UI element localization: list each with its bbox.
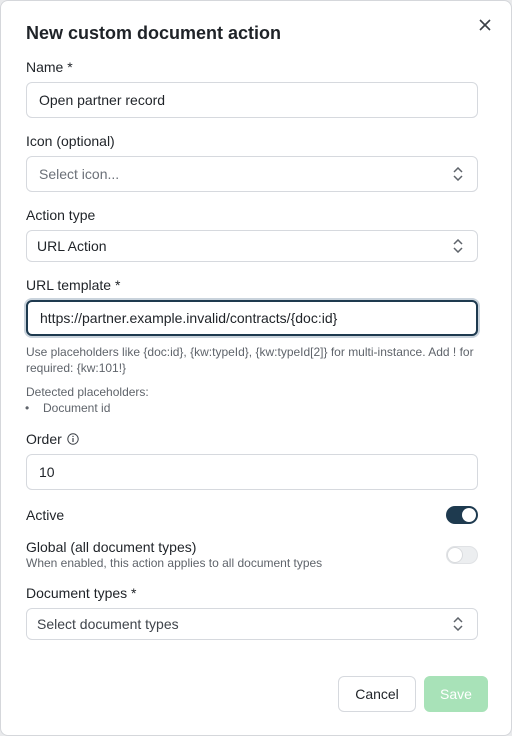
detected-placeholder-item: Document id	[25, 401, 110, 415]
name-input[interactable]: Open partner record	[26, 82, 478, 118]
action-type-label: Action type	[26, 207, 96, 223]
info-icon[interactable]	[67, 433, 79, 445]
scroll-fade	[1, 641, 511, 661]
active-label: Active	[26, 507, 65, 523]
icon-select[interactable]: Select icon...	[26, 156, 478, 192]
chevron-up-down-icon	[453, 617, 463, 631]
order-label: Order	[26, 431, 62, 447]
url-template-input[interactable]: https://partner.example.invalid/contract…	[26, 300, 478, 336]
global-toggle[interactable]	[446, 546, 478, 564]
url-template-value: https://partner.example.invalid/contract…	[40, 310, 338, 326]
document-types-placeholder: Select document types	[37, 616, 179, 632]
url-template-help-2: required: {kw:101!}	[26, 361, 127, 375]
order-input-value: 10	[39, 464, 55, 480]
global-label: Global (all document types)	[26, 539, 197, 555]
global-help: When enabled, this action applies to all…	[26, 556, 323, 570]
document-types-label: Document types *	[26, 585, 137, 601]
chevron-up-down-icon	[453, 167, 463, 181]
action-type-value: URL Action	[37, 238, 107, 254]
chevron-up-down-icon	[453, 239, 463, 253]
active-toggle-knob	[462, 508, 476, 522]
url-template-label: URL template *	[26, 277, 121, 293]
save-button[interactable]: Save	[424, 676, 488, 712]
name-input-value: Open partner record	[39, 92, 166, 108]
close-button[interactable]	[475, 15, 495, 35]
order-input[interactable]: 10	[26, 454, 478, 490]
active-toggle[interactable]	[446, 506, 478, 524]
custom-action-dialog: New custom document action Name * Open p…	[0, 0, 512, 736]
icon-label: Icon (optional)	[26, 133, 115, 149]
document-types-select[interactable]: Select document types	[26, 608, 478, 640]
dialog-body[interactable]: New custom document action Name * Open p…	[1, 1, 511, 661]
action-type-select[interactable]: URL Action	[26, 230, 478, 262]
cancel-button[interactable]: Cancel	[338, 676, 416, 712]
detected-placeholders-label: Detected placeholders:	[26, 385, 149, 399]
url-template-help-1: Use placeholders like {doc:id}, {kw:type…	[26, 345, 474, 359]
dialog-title: New custom document action	[26, 23, 282, 43]
close-icon	[479, 19, 491, 31]
global-toggle-knob	[448, 548, 462, 562]
icon-select-placeholder: Select icon...	[39, 166, 120, 182]
name-label: Name *	[26, 59, 73, 75]
